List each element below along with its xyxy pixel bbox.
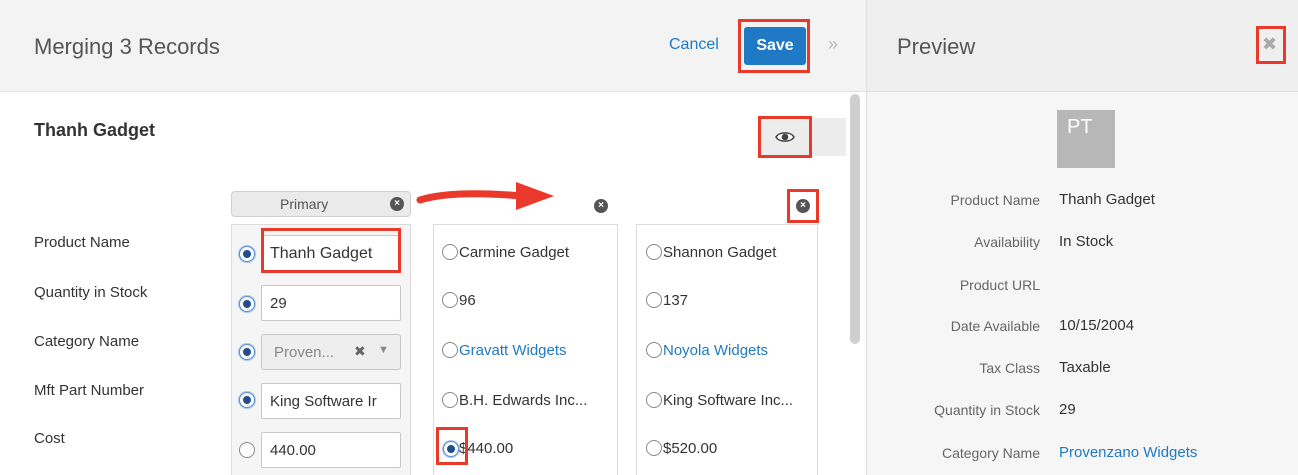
double-chevron-right-icon[interactable]: » <box>828 34 838 55</box>
radio-record-2-mft-part[interactable] <box>442 392 458 408</box>
preview-label-availability: Availability <box>974 234 1040 250</box>
radio-primary-quantity[interactable] <box>239 296 255 312</box>
category-select[interactable]: Proven... ✖ ▼ <box>261 334 401 370</box>
eye-icon <box>775 132 795 142</box>
quantity-input[interactable]: 29 <box>261 285 401 321</box>
merge-title: Merging 3 Records <box>34 34 220 59</box>
cancel-button[interactable]: Cancel <box>669 36 719 54</box>
close-icon[interactable]: ✖ <box>1262 34 1277 55</box>
record-title: Thanh Gadget <box>34 120 155 140</box>
product-name-input[interactable]: Thanh Gadget <box>261 235 401 271</box>
record-3-mft-part: King Software Inc... <box>663 392 794 409</box>
radio-record-2-quantity[interactable] <box>442 292 458 308</box>
record-3-cost: $520.00 <box>663 440 718 457</box>
radio-primary-product-name[interactable] <box>239 246 255 262</box>
preview-label-tax-class: Tax Class <box>979 360 1040 376</box>
radio-record-2-category[interactable] <box>442 342 458 358</box>
clear-select-icon[interactable]: ✖ <box>354 343 366 360</box>
radio-record-2-cost[interactable] <box>443 441 459 457</box>
radio-record-3-cost[interactable] <box>646 440 662 456</box>
remove-record-3-icon[interactable]: × <box>796 199 810 213</box>
preview-value-category-link[interactable]: Provenzano Widgets <box>1059 444 1197 461</box>
category-select-value: Proven... <box>274 344 335 361</box>
preview-value-availability: In Stock <box>1059 233 1114 250</box>
preview-label-product-name: Product Name <box>950 192 1040 208</box>
field-label-category: Category Name <box>34 333 140 350</box>
record-2-mft-part: B.H. Edwards Inc... <box>459 392 588 409</box>
radio-record-2-product-name[interactable] <box>442 244 458 260</box>
red-arrow <box>416 182 554 210</box>
cost-input[interactable]: 440.00 <box>261 432 401 468</box>
primary-tag: Primary × <box>231 191 411 217</box>
preview-label-category: Category Name <box>941 445 1040 461</box>
avatar: PT <box>1057 110 1115 168</box>
preview-toggle-button[interactable] <box>760 118 810 156</box>
radio-primary-category[interactable] <box>239 344 255 360</box>
preview-label-quantity: Quantity in Stock <box>934 402 1040 418</box>
field-label-mft-part: Mft Part Number <box>34 382 145 399</box>
preview-header: Preview ✖ <box>867 0 1298 92</box>
record-2-cost: $440.00 <box>459 440 514 457</box>
record-3-category-link[interactable]: Noyola Widgets <box>663 342 768 359</box>
save-button[interactable]: Save <box>744 27 806 65</box>
radio-record-3-category[interactable] <box>646 342 662 358</box>
remove-record-2-icon[interactable]: × <box>594 199 608 213</box>
record-2-quantity: 96 <box>459 292 476 309</box>
radio-record-3-quantity[interactable] <box>646 292 662 308</box>
preview-title: Preview <box>897 34 976 59</box>
primary-tag-label: Primary <box>280 196 329 212</box>
preview-toggle-track <box>810 118 846 156</box>
radio-record-3-product-name[interactable] <box>646 244 662 260</box>
field-label-product-name: Product Name <box>34 234 130 251</box>
field-label-cost: Cost <box>34 430 65 447</box>
radio-primary-mft-part[interactable] <box>239 392 255 408</box>
merge-pane: Merging 3 Records Cancel Save » Thanh Ga… <box>0 0 866 475</box>
merge-header: Merging 3 Records Cancel Save » <box>0 0 866 92</box>
field-label-quantity: Quantity in Stock <box>34 284 148 301</box>
record-3-product-name: Shannon Gadget <box>663 244 777 261</box>
preview-value-tax-class: Taxable <box>1059 359 1111 376</box>
preview-value-quantity: 29 <box>1059 401 1076 418</box>
preview-value-date-available: 10/15/2004 <box>1059 317 1135 334</box>
preview-value-product-name: Thanh Gadget <box>1059 191 1155 208</box>
preview-pane: Preview ✖ PT Product Name Thanh Gadget A… <box>866 0 1298 475</box>
record-2-category-link[interactable]: Gravatt Widgets <box>459 342 567 359</box>
mft-part-input[interactable]: King Software Ir <box>261 383 401 419</box>
scrollbar[interactable] <box>850 94 860 344</box>
radio-primary-cost[interactable] <box>239 442 255 458</box>
remove-primary-icon[interactable]: × <box>390 197 404 211</box>
record-2-product-name: Carmine Gadget <box>459 244 570 261</box>
record-3-quantity: 137 <box>663 292 689 309</box>
preview-label-product-url: Product URL <box>959 277 1040 293</box>
radio-record-3-mft-part[interactable] <box>646 392 662 408</box>
chevron-down-icon[interactable]: ▼ <box>378 344 389 356</box>
preview-label-date-available: Date Available <box>950 318 1040 334</box>
